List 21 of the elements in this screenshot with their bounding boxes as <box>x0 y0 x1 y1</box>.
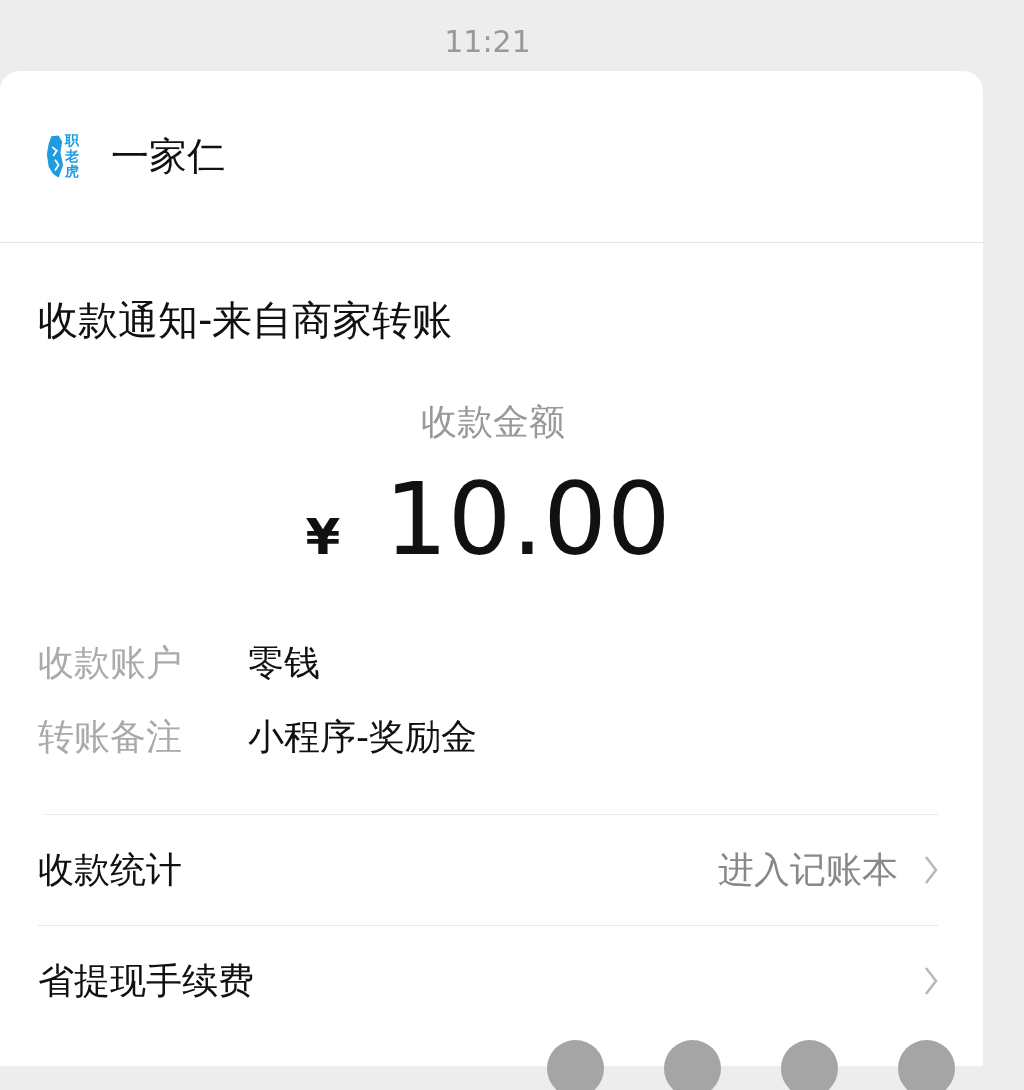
link-label: 省提现手续费 <box>38 958 254 1003</box>
avatar-icon[interactable] <box>547 1040 604 1090</box>
link-row[interactable]: 收款统计 进入记账本 <box>38 815 938 926</box>
detail-value: 小程序-奖励金 <box>248 715 477 759</box>
link-label: 收款统计 <box>38 847 182 892</box>
sender-name: 一家仁 <box>111 133 225 180</box>
avatar-icon[interactable] <box>781 1040 838 1090</box>
amount-label: 收款金额 <box>420 400 566 444</box>
chevron-icon <box>924 966 938 996</box>
detail-value: 零钱 <box>248 641 320 685</box>
link-row[interactable]: 省提现手续费 <box>38 926 938 1036</box>
amount-value: 10.00 <box>384 465 671 575</box>
avatar-icon[interactable] <box>664 1040 721 1090</box>
link-action: 进入记账本 <box>718 847 898 892</box>
currency-symbol: ¥ <box>305 507 341 568</box>
message-time: 11:21 <box>443 23 532 61</box>
detail-label: 收款账户 <box>38 641 183 685</box>
chevron-icon <box>924 855 938 885</box>
notice-title: 收款通知-来自商家转账 <box>38 296 454 345</box>
avatar-icon[interactable] <box>898 1040 955 1090</box>
detail-label: 转账备注 <box>38 715 183 759</box>
